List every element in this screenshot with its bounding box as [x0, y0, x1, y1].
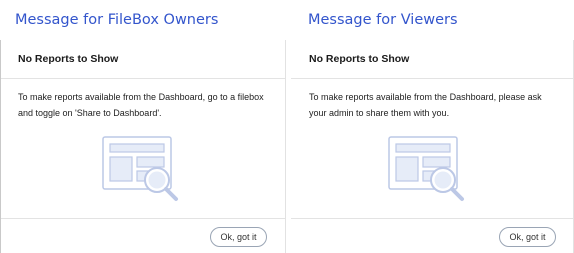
dashboard-search-illustration-icon: [388, 136, 464, 201]
header-divider: [291, 78, 573, 79]
owners-dialog-card: No Reports to Show To make reports avail…: [0, 40, 286, 253]
header-divider: [1, 78, 285, 79]
owners-message-panel: Message for FileBox Owners No Reports to…: [0, 0, 286, 253]
footer-divider: [291, 218, 573, 219]
owners-caption: Message for FileBox Owners: [15, 12, 219, 28]
dialog-message: To make reports available from the Dashb…: [309, 92, 542, 118]
dialog-message: To make reports available from the Dashb…: [18, 92, 264, 118]
dialog-title: No Reports to Show: [309, 53, 410, 65]
dashboard-search-illustration-icon: [102, 136, 178, 201]
ok-got-it-button[interactable]: Ok, got it: [210, 227, 267, 247]
footer-divider: [1, 218, 285, 219]
dialog-title: No Reports to Show: [18, 53, 119, 65]
ok-got-it-button[interactable]: Ok, got it: [499, 227, 556, 247]
viewers-caption: Message for Viewers: [308, 12, 458, 28]
viewers-dialog-card: No Reports to Show To make reports avail…: [291, 40, 574, 253]
viewers-message-panel: Message for Viewers No Reports to Show T…: [291, 0, 574, 253]
